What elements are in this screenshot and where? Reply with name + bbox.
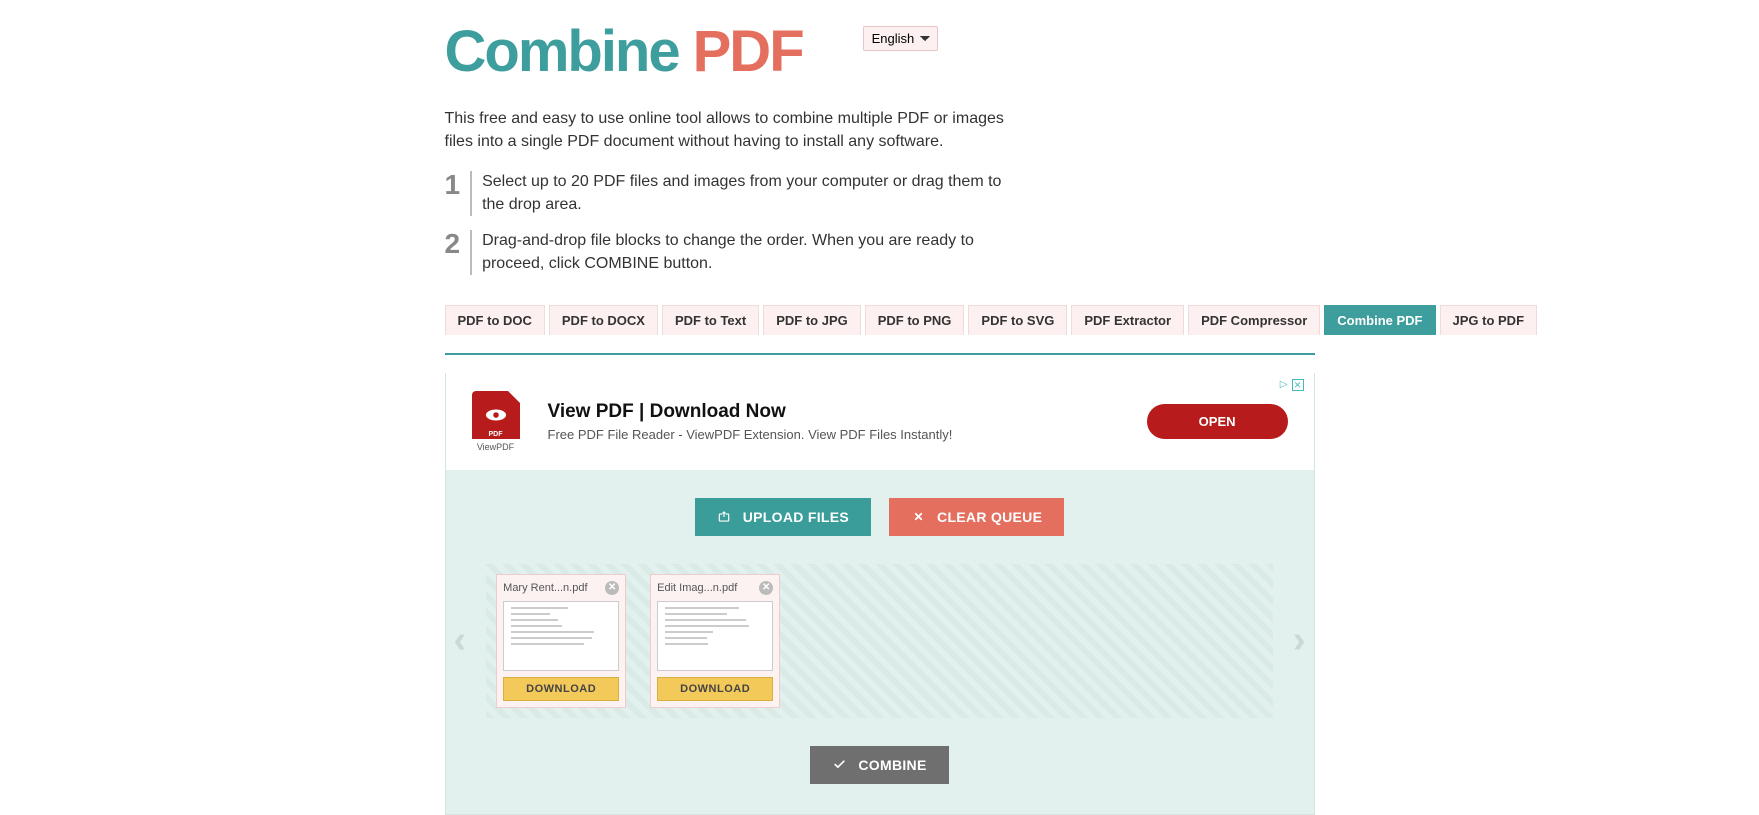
tab-jpg-to-pdf[interactable]: JPG to PDF (1440, 305, 1538, 335)
upload-files-button[interactable]: UPLOAD FILES (695, 498, 871, 536)
file-thumbnail (657, 601, 773, 671)
logo-word2: PDF (693, 18, 803, 85)
tab-pdf-compressor[interactable]: PDF Compressor (1188, 305, 1320, 335)
clear-label: CLEAR QUEUE (937, 509, 1042, 525)
combine-label: COMBINE (858, 757, 926, 773)
file-name: Mary Rent...n.pdf (503, 582, 587, 594)
download-button[interactable]: DOWNLOAD (657, 677, 773, 701)
remove-file-icon[interactable]: ✕ (759, 581, 773, 595)
clear-queue-button[interactable]: CLEAR QUEUE (889, 498, 1064, 536)
ad-pdf-icon: PDF (472, 391, 520, 439)
ad-icon-wrap: PDF ViewPDF (472, 391, 520, 452)
tab-pdf-to-jpg[interactable]: PDF to JPG (763, 305, 861, 335)
file-card[interactable]: Edit Imag...n.pdf ✕ DOWNLOAD (650, 574, 780, 708)
tab-pdf-to-text[interactable]: PDF to Text (662, 305, 759, 335)
step-1: 1Select up to 20 PDF files and images fr… (445, 171, 1005, 216)
file-thumbnail (503, 601, 619, 671)
tab-pdf-to-png[interactable]: PDF to PNG (865, 305, 965, 335)
ad-subtitle: Free PDF File Reader - ViewPDF Extension… (548, 427, 953, 442)
tab-pdf-to-doc[interactable]: PDF to DOC (445, 305, 545, 335)
language-select[interactable]: English (863, 26, 938, 51)
step-2: 2Drag-and-drop file blocks to change the… (445, 230, 1005, 275)
ad-close-icon[interactable]: ✕ (1292, 379, 1304, 391)
download-button[interactable]: DOWNLOAD (503, 677, 619, 701)
tab-combine-pdf[interactable]: Combine PDF (1324, 305, 1435, 335)
step-text: Select up to 20 PDF files and images fro… (482, 171, 1004, 216)
workspace: PDF ViewPDF View PDF | Download Now Free… (445, 373, 1315, 815)
ad-open-button[interactable]: OPEN (1147, 404, 1288, 439)
close-icon (911, 510, 925, 524)
tool-tabs: PDF to DOCPDF to DOCXPDF to TextPDF to J… (445, 305, 1315, 335)
upload-icon (717, 510, 731, 524)
tab-pdf-to-docx[interactable]: PDF to DOCX (549, 305, 658, 335)
ad-icon-label: ViewPDF (472, 442, 520, 452)
scroll-left-arrow[interactable]: ‹ (450, 619, 471, 662)
intro-text: This free and easy to use online tool al… (445, 107, 1005, 153)
file-drop-zone[interactable]: Mary Rent...n.pdf✕DOWNLOADEdit Imag...n.… (486, 564, 1273, 718)
upload-label: UPLOAD FILES (743, 509, 849, 525)
step-number: 1 (445, 171, 473, 216)
check-icon (832, 758, 846, 772)
file-name: Edit Imag...n.pdf (657, 582, 737, 594)
ad-banner: PDF ViewPDF View PDF | Download Now Free… (446, 373, 1314, 470)
step-number: 2 (445, 230, 473, 275)
logo-word1: Combine (445, 18, 679, 85)
file-card[interactable]: Mary Rent...n.pdf ✕ DOWNLOAD (496, 574, 626, 708)
scroll-right-arrow[interactable]: › (1289, 619, 1310, 662)
remove-file-icon[interactable]: ✕ (605, 581, 619, 595)
combine-button[interactable]: COMBINE (810, 746, 948, 784)
tab-pdf-extractor[interactable]: PDF Extractor (1071, 305, 1184, 335)
adchoices-icon[interactable]: ▷ (1280, 379, 1288, 390)
ad-title: View PDF | Download Now (548, 401, 953, 423)
logo: Combine PDF (445, 18, 803, 85)
tab-pdf-to-svg[interactable]: PDF to SVG (968, 305, 1067, 335)
step-text: Drag-and-drop file blocks to change the … (482, 230, 1004, 275)
